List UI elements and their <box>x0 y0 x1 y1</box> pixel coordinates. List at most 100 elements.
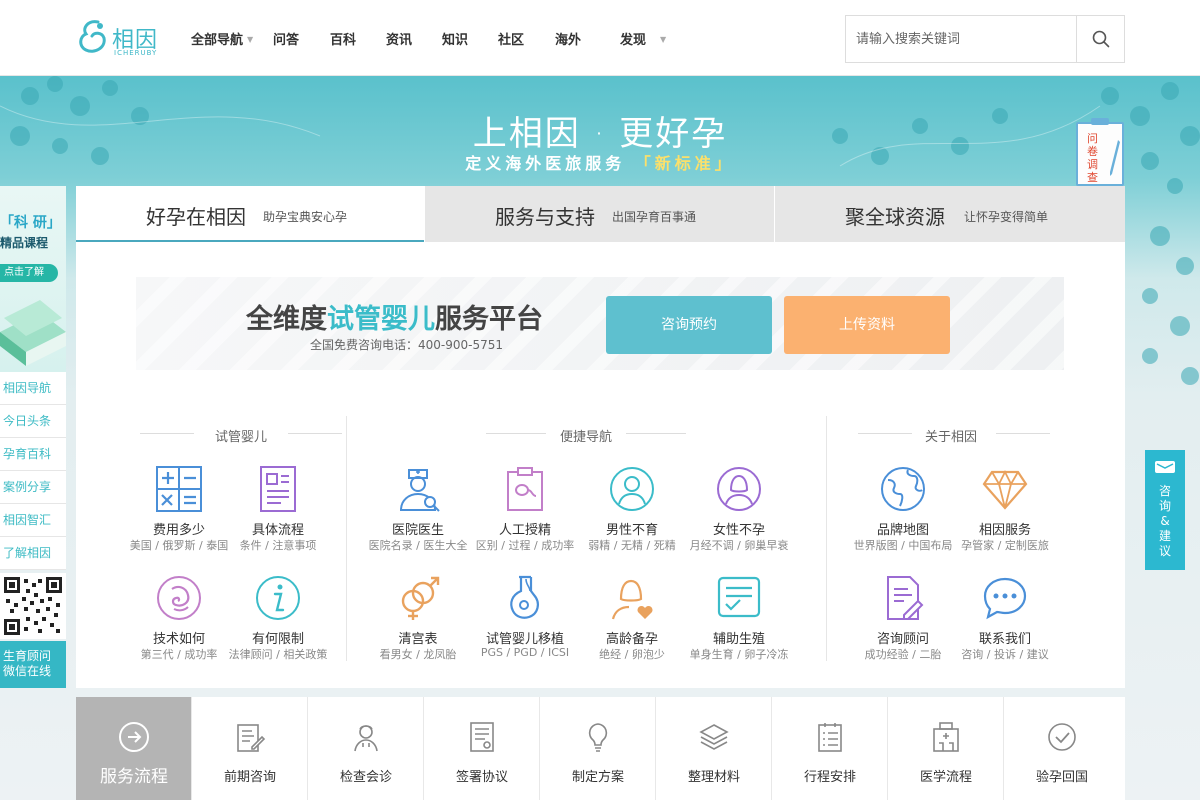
wechat-qr-code <box>0 573 66 639</box>
nav-community[interactable]: 社区 <box>498 29 524 48</box>
feedback-button[interactable]: 咨询&建议 <box>1145 450 1185 570</box>
service-sub: 咨询 / 投诉 / 建议 <box>961 648 1049 661</box>
checklist-icon <box>717 576 761 618</box>
doctor-avatar-icon <box>354 725 378 752</box>
service-label: 辅助生殖 <box>712 632 765 647</box>
embryo-icon <box>157 576 201 620</box>
main-card: 好孕在相因 助孕宝典安心孕 服务与支持 出国孕育百事通 聚全球资源 让怀孕变得简… <box>76 186 1125 688</box>
consult-button[interactable]: 咨询预约 <box>606 296 772 354</box>
about-contact[interactable]: 联系我们 咨询 / 投诉 / 建议 <box>950 575 1060 665</box>
tab-subtitle: 让怀孕变得简单 <box>964 210 1049 224</box>
tab-global-resources[interactable]: 聚全球资源 让怀孕变得简单 <box>775 186 1125 242</box>
wechat-online-button[interactable]: 生育顾问 微信在线 <box>0 641 66 688</box>
books-icon <box>0 300 66 366</box>
check-circle-icon <box>1048 723 1076 751</box>
layers-icon <box>699 724 729 750</box>
quick-gender-chart[interactable]: 清宫表 看男女 / 龙凤胎 <box>363 575 473 665</box>
ivf-platform-panel: 全维度试管婴儿服务平台 全国免费咨询电话：400-900-5751 咨询预约 上… <box>136 277 1064 370</box>
wechat-line2: 微信在线 <box>3 664 52 678</box>
tab-subtitle: 出国孕育百事通 <box>612 210 697 224</box>
search-input[interactable] <box>846 16 1076 62</box>
step-label: 服务流程 <box>100 767 168 787</box>
service-process[interactable]: 具体流程 条件 / 注意事项 <box>223 466 333 556</box>
sidebar-item-encyclopedia[interactable]: 孕育百科 <box>0 438 66 471</box>
quick-assisted-reproduction[interactable]: 辅助生殖 单身生育 / 卵子冷冻 <box>684 575 794 665</box>
tab-bar: 好孕在相因 助孕宝典安心孕 服务与支持 出国孕育百事通 聚全球资源 让怀孕变得简… <box>76 186 1125 242</box>
nav-news[interactable]: 资讯 <box>386 29 412 48</box>
sidebar-item-about[interactable]: 了解相因 <box>0 537 66 570</box>
step-sign-agreement[interactable]: 签署协议 <box>424 697 540 800</box>
service-restrictions[interactable]: 有何限制 法律顾问 / 相关政策 <box>223 575 333 665</box>
step-pregnancy-test[interactable]: 验孕回国 <box>1004 697 1125 800</box>
course-promo[interactable]: 「科 研」 精品课程 点击了解 <box>0 186 66 372</box>
nav-all-label: 全部导航 <box>191 33 244 48</box>
step-medical-process[interactable]: 医学流程 <box>888 697 1004 800</box>
service-sub: 月经不调 / 卵巢早衰 <box>689 539 789 552</box>
quick-artificial-insemination[interactable]: 人工授精 区别 / 过程 / 成功率 <box>470 466 580 556</box>
tab-service-support[interactable]: 服务与支持 出国孕育百事通 <box>425 186 774 242</box>
panel-title: 全维度试管婴儿服务平台 <box>246 297 543 336</box>
service-sub: 单身生育 / 卵子冷冻 <box>689 648 789 661</box>
service-sub: 条件 / 注意事项 <box>239 539 317 552</box>
sidebar-item-nav[interactable]: 相因导航 <box>0 372 66 405</box>
panel-title-suffix: 服务平台 <box>435 304 543 335</box>
about-services[interactable]: 相因服务 孕管家 / 定制医旅 <box>950 466 1060 556</box>
step-itinerary[interactable]: 行程安排 <box>772 697 888 800</box>
quick-advanced-age[interactable]: 高龄备孕 绝经 / 卵泡少 <box>577 575 687 665</box>
contract-icon <box>470 722 494 752</box>
service-label: 品牌地图 <box>876 523 929 538</box>
nav-overseas[interactable]: 海外 <box>555 29 581 48</box>
sperm-icon <box>507 467 543 511</box>
divider <box>996 433 1050 434</box>
search-button[interactable] <box>1076 16 1124 62</box>
step-service-process[interactable]: 服务流程 <box>76 697 192 800</box>
nav-knowledge[interactable]: 知识 <box>442 29 468 48</box>
panel-title-prefix: 全维度 <box>246 304 327 335</box>
calculator-icon <box>156 466 202 512</box>
survey-button[interactable]: 问卷调查 <box>1076 118 1124 186</box>
clipboard-clip <box>1091 118 1109 125</box>
sidebar-item-cases[interactable]: 案例分享 <box>0 471 66 504</box>
section-title: 试管婴儿 <box>214 430 267 445</box>
step-plan[interactable]: 制定方案 <box>540 697 656 800</box>
upload-button[interactable]: 上传资料 <box>784 296 950 354</box>
chevron-down-icon: ▼ <box>247 35 254 44</box>
female-icon <box>717 467 761 511</box>
tab-good-pregnancy[interactable]: 好孕在相因 助孕宝典安心孕 <box>76 186 424 242</box>
sidebar-item-insight[interactable]: 相因智汇 <box>0 504 66 537</box>
divider <box>288 433 342 434</box>
section-ivf: 试管婴儿 费用多少 美国 / 俄罗斯 / 泰国 具体流程 条件 / 注意事项 技… <box>130 412 346 665</box>
step-materials[interactable]: 整理材料 <box>656 697 772 800</box>
sidebar-item-headlines[interactable]: 今日头条 <box>0 405 66 438</box>
step-preliminary-consult[interactable]: 前期咨询 <box>192 697 308 800</box>
step-examination[interactable]: 检查会诊 <box>308 697 424 800</box>
panel-title-highlight: 试管婴儿 <box>327 304 435 335</box>
note-edit-icon <box>237 724 266 752</box>
survey-label: 问卷调查 <box>1087 132 1098 184</box>
service-label: 咨询顾问 <box>876 632 929 647</box>
nav-all[interactable]: 全部导航 ▼ <box>191 29 253 48</box>
quick-hospital-doctor[interactable]: 医院医生 医院名录 / 医生大全 <box>363 466 473 556</box>
nav-discover-label: 发现 <box>620 33 647 48</box>
service-label: 医院医生 <box>391 523 444 538</box>
quick-male-infertility[interactable]: 男性不育 弱精 / 无精 / 死精 <box>577 466 687 556</box>
service-label: 高龄备孕 <box>605 632 658 647</box>
promo-learn-button[interactable]: 点击了解 <box>0 264 58 282</box>
column-divider <box>826 416 827 661</box>
arrow-right-circle-icon <box>119 722 149 752</box>
left-sidebar: 「科 研」 精品课程 点击了解 相因导航 今日头条 孕育百科 案例分享 相因智汇… <box>0 186 66 688</box>
section-quick-nav: 便捷导航 医院医生 医院名录 / 医生大全 人工授精 区别 / 过程 / 成功率… <box>366 412 806 662</box>
step-label: 行程安排 <box>803 770 856 785</box>
service-label: 女性不孕 <box>712 523 765 538</box>
quick-ivf-transfer[interactable]: 试管婴儿移植 PGS / PGD / ICSI <box>470 575 580 665</box>
pen-icon <box>1110 140 1120 176</box>
service-process-bar: 服务流程 前期咨询 检查会诊 签署协议 制定方案 整理材料 行程安排 医学流程 … <box>76 697 1125 800</box>
nav-encyclopedia[interactable]: 百科 <box>330 29 356 48</box>
logo[interactable]: 相因 ICHERUBY <box>76 16 166 60</box>
woman-heart-icon <box>611 579 653 620</box>
quick-female-infertility[interactable]: 女性不孕 月经不调 / 卵巢早衰 <box>684 466 794 556</box>
lightbulb-icon <box>588 723 608 752</box>
nav-qa[interactable]: 问答 <box>273 29 299 48</box>
flask-icon <box>510 575 539 619</box>
nav-discover[interactable]: 发现 ▼ <box>620 29 666 48</box>
